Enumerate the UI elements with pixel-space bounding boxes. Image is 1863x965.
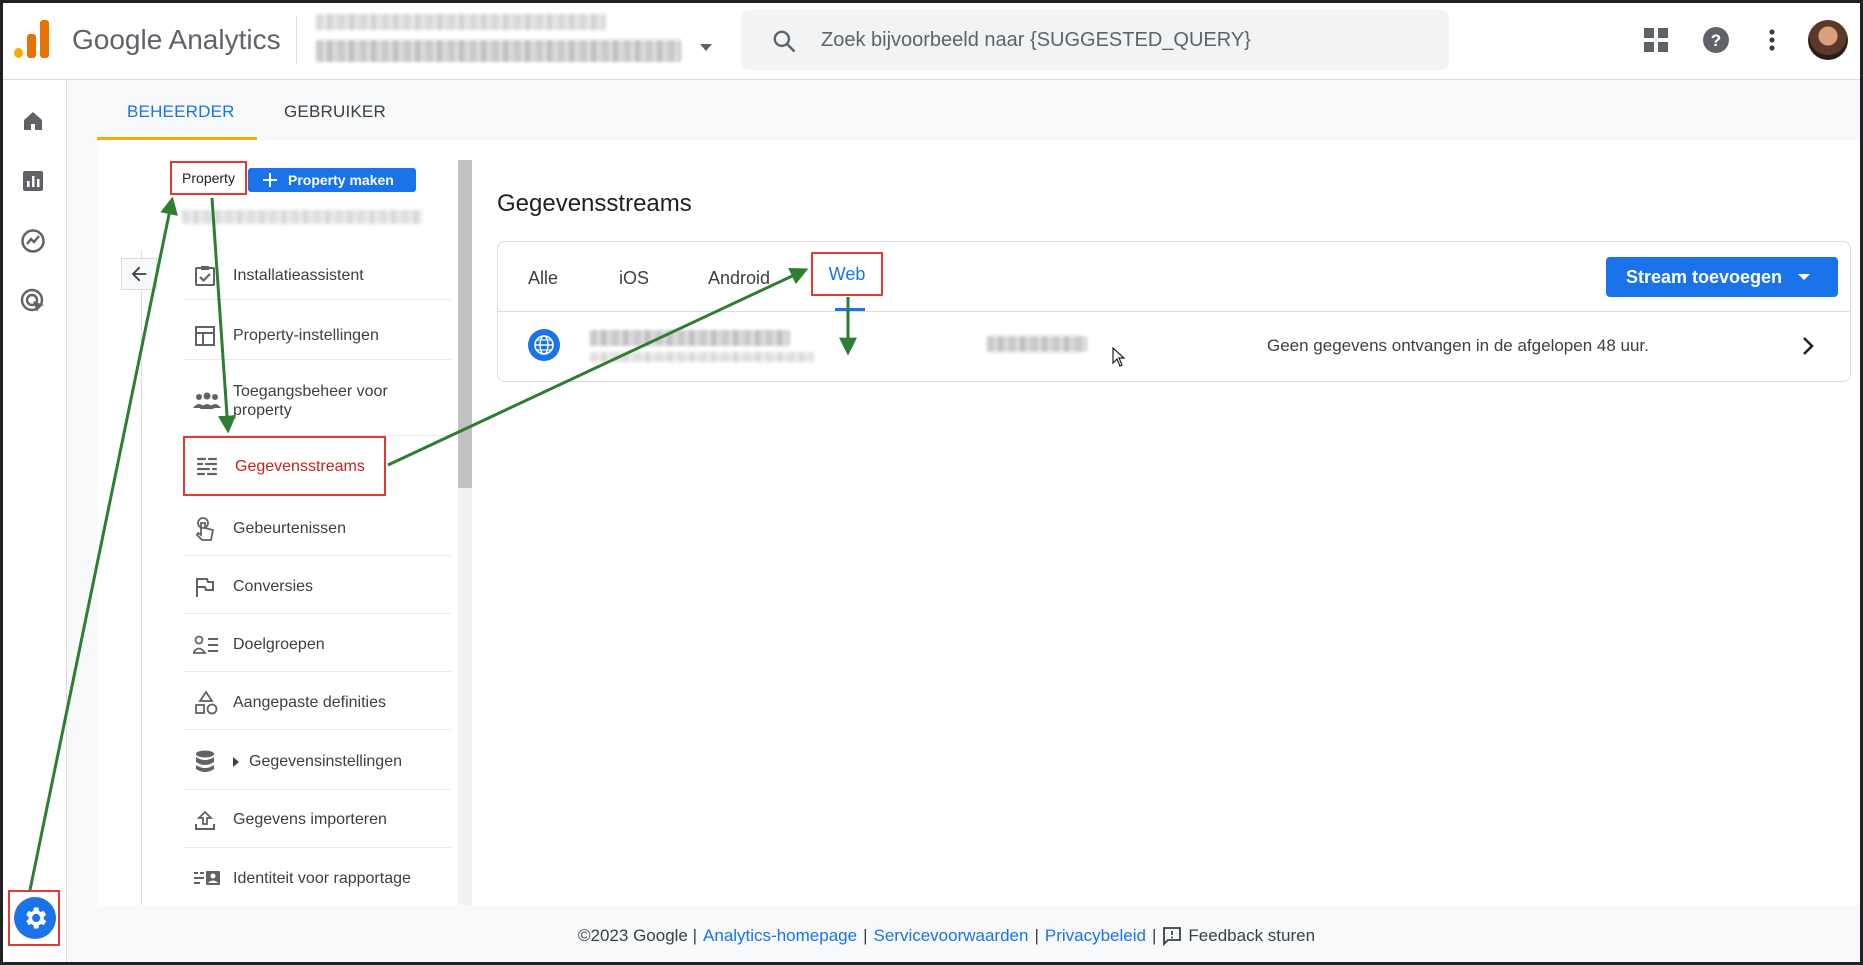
column-divider	[141, 250, 142, 905]
nav-label: Doelgroepen	[233, 636, 325, 653]
account-name-redacted	[316, 14, 606, 30]
nav-item-conversions[interactable]: Conversies	[183, 560, 451, 614]
nav-item-audiences[interactable]: Doelgroepen	[183, 618, 451, 672]
back-button[interactable]	[121, 258, 157, 290]
search-input[interactable]	[821, 22, 1421, 58]
stream-url-redacted	[590, 352, 814, 362]
advertising-icon[interactable]	[18, 286, 48, 316]
nav-label: Gegevensinstellingen	[249, 753, 402, 770]
privacy-link[interactable]: Privacybeleid	[1045, 926, 1146, 946]
identity-icon	[183, 867, 233, 889]
more-vert-icon[interactable]	[1756, 22, 1788, 58]
nav-label: Conversies	[233, 578, 314, 595]
nav-item-property-settings[interactable]: Property-instellingen	[183, 312, 451, 360]
caret-down-icon	[1798, 274, 1811, 280]
apps-grid-icon[interactable]	[1640, 22, 1672, 58]
divider	[296, 16, 297, 64]
layout-icon	[183, 324, 233, 348]
nav-label: Aangepaste definities	[233, 694, 386, 711]
analytics-logo-icon[interactable]	[14, 20, 50, 58]
shapes-icon	[183, 689, 233, 716]
reports-icon[interactable]	[18, 166, 48, 196]
nav-item-events[interactable]: Gebeurtenissen	[183, 502, 451, 556]
gear-icon	[26, 907, 47, 929]
home-icon[interactable]	[18, 106, 48, 136]
property-column-label: Property	[170, 161, 247, 195]
stream-row[interactable]: Geen gegevens ontvangen in de afgelopen …	[498, 312, 1850, 382]
checklist-icon	[183, 264, 233, 288]
nav-label: Gebeurtenissen	[233, 520, 346, 537]
terms-link[interactable]: Servicevoorwaarden	[873, 926, 1028, 946]
nav-label: Installatieassistent	[233, 267, 364, 284]
nav-item-data-settings[interactable]: Gegevensinstellingen	[183, 734, 451, 790]
tab-web[interactable]: Web	[811, 252, 883, 296]
tab-all[interactable]: Alle	[528, 268, 558, 289]
property-selector-redacted[interactable]	[182, 210, 422, 224]
avatar[interactable]	[1808, 20, 1848, 60]
app-title: Google Analytics	[72, 24, 281, 55]
nav-item-access-management[interactable]: Toegangsbeheer voor property	[183, 366, 451, 436]
footer-separator: |	[1151, 926, 1157, 945]
left-rail	[0, 80, 67, 965]
streams-icon	[185, 454, 235, 478]
create-property-button[interactable]: Property maken	[248, 168, 416, 192]
globe-icon	[528, 329, 560, 361]
touch-icon	[183, 516, 233, 542]
footer-separator: |	[1034, 926, 1039, 945]
nav-item-reporting-identity[interactable]: Identiteit voor rapportage	[183, 850, 451, 906]
tab-admin[interactable]: BEHEERDER	[127, 102, 235, 122]
analytics-homepage-link[interactable]: Analytics-homepage	[703, 926, 857, 946]
caret-down-icon[interactable]	[700, 44, 712, 51]
page-title: Gegevensstreams	[497, 190, 692, 217]
plus-icon	[263, 173, 277, 187]
scrollbar-thumb[interactable]	[458, 160, 472, 488]
nav-item-setup-assistant[interactable]: Installatieassistent	[183, 252, 451, 300]
nav-label: Property-instellingen	[233, 327, 379, 344]
tab-android[interactable]: Android	[708, 268, 770, 289]
feedback-link[interactable]: Feedback sturen	[1188, 926, 1315, 946]
streams-card: Alle iOS Android Web Stream toevoegen Ge…	[497, 241, 1851, 382]
expand-triangle-icon[interactable]	[233, 756, 239, 767]
nav-item-custom-definitions[interactable]: Aangepaste definities	[183, 676, 451, 730]
account-selector[interactable]	[316, 12, 696, 68]
people-icon	[183, 391, 233, 411]
footer: ©2023 Google | Analytics-homepage | Serv…	[578, 926, 1315, 946]
add-stream-label: Stream toevoegen	[1626, 266, 1783, 287]
flag-icon	[183, 575, 233, 599]
nav-label: Gegevens importeren	[233, 811, 387, 828]
admin-gear-button[interactable]	[14, 897, 56, 939]
feedback-icon[interactable]	[1162, 926, 1182, 946]
nav-item-data-import[interactable]: Gegevens importeren	[183, 792, 451, 848]
copyright: ©2023 Google |	[578, 926, 698, 945]
help-icon[interactable]: ?	[1700, 22, 1732, 58]
search-icon	[773, 30, 796, 53]
create-property-label: Property maken	[288, 172, 394, 188]
audience-icon	[183, 634, 233, 656]
footer-separator: |	[863, 926, 868, 945]
stream-name-redacted	[590, 330, 790, 346]
admin-settings-highlight	[8, 890, 60, 946]
chevron-right-icon[interactable]	[1798, 334, 1818, 363]
search-bar[interactable]	[741, 10, 1449, 70]
property-name-redacted	[316, 40, 681, 62]
arrow-back-icon	[131, 266, 147, 282]
svg-text:?: ?	[1711, 31, 1721, 50]
top-bar: Google Analytics ?	[0, 0, 1863, 80]
add-stream-button[interactable]: Stream toevoegen	[1606, 257, 1838, 297]
mouse-cursor-icon	[1112, 347, 1126, 367]
upload-icon	[183, 808, 233, 832]
nav-label: Gegevensstreams	[235, 457, 365, 475]
tab-user[interactable]: GEBRUIKER	[284, 102, 386, 122]
admin-tabs: BEHEERDER GEBRUIKER	[97, 80, 1863, 140]
tab-ios[interactable]: iOS	[619, 268, 649, 289]
stream-status: Geen gegevens ontvangen in de afgelopen …	[1267, 336, 1649, 355]
stream-id-redacted	[987, 336, 1087, 352]
nav-item-data-streams[interactable]: Gegevensstreams	[183, 436, 386, 496]
nav-label: Toegangsbeheer voor property	[233, 382, 388, 419]
explore-icon[interactable]	[18, 226, 48, 256]
nav-label: Identiteit voor rapportage	[233, 869, 411, 887]
database-icon	[183, 749, 233, 775]
